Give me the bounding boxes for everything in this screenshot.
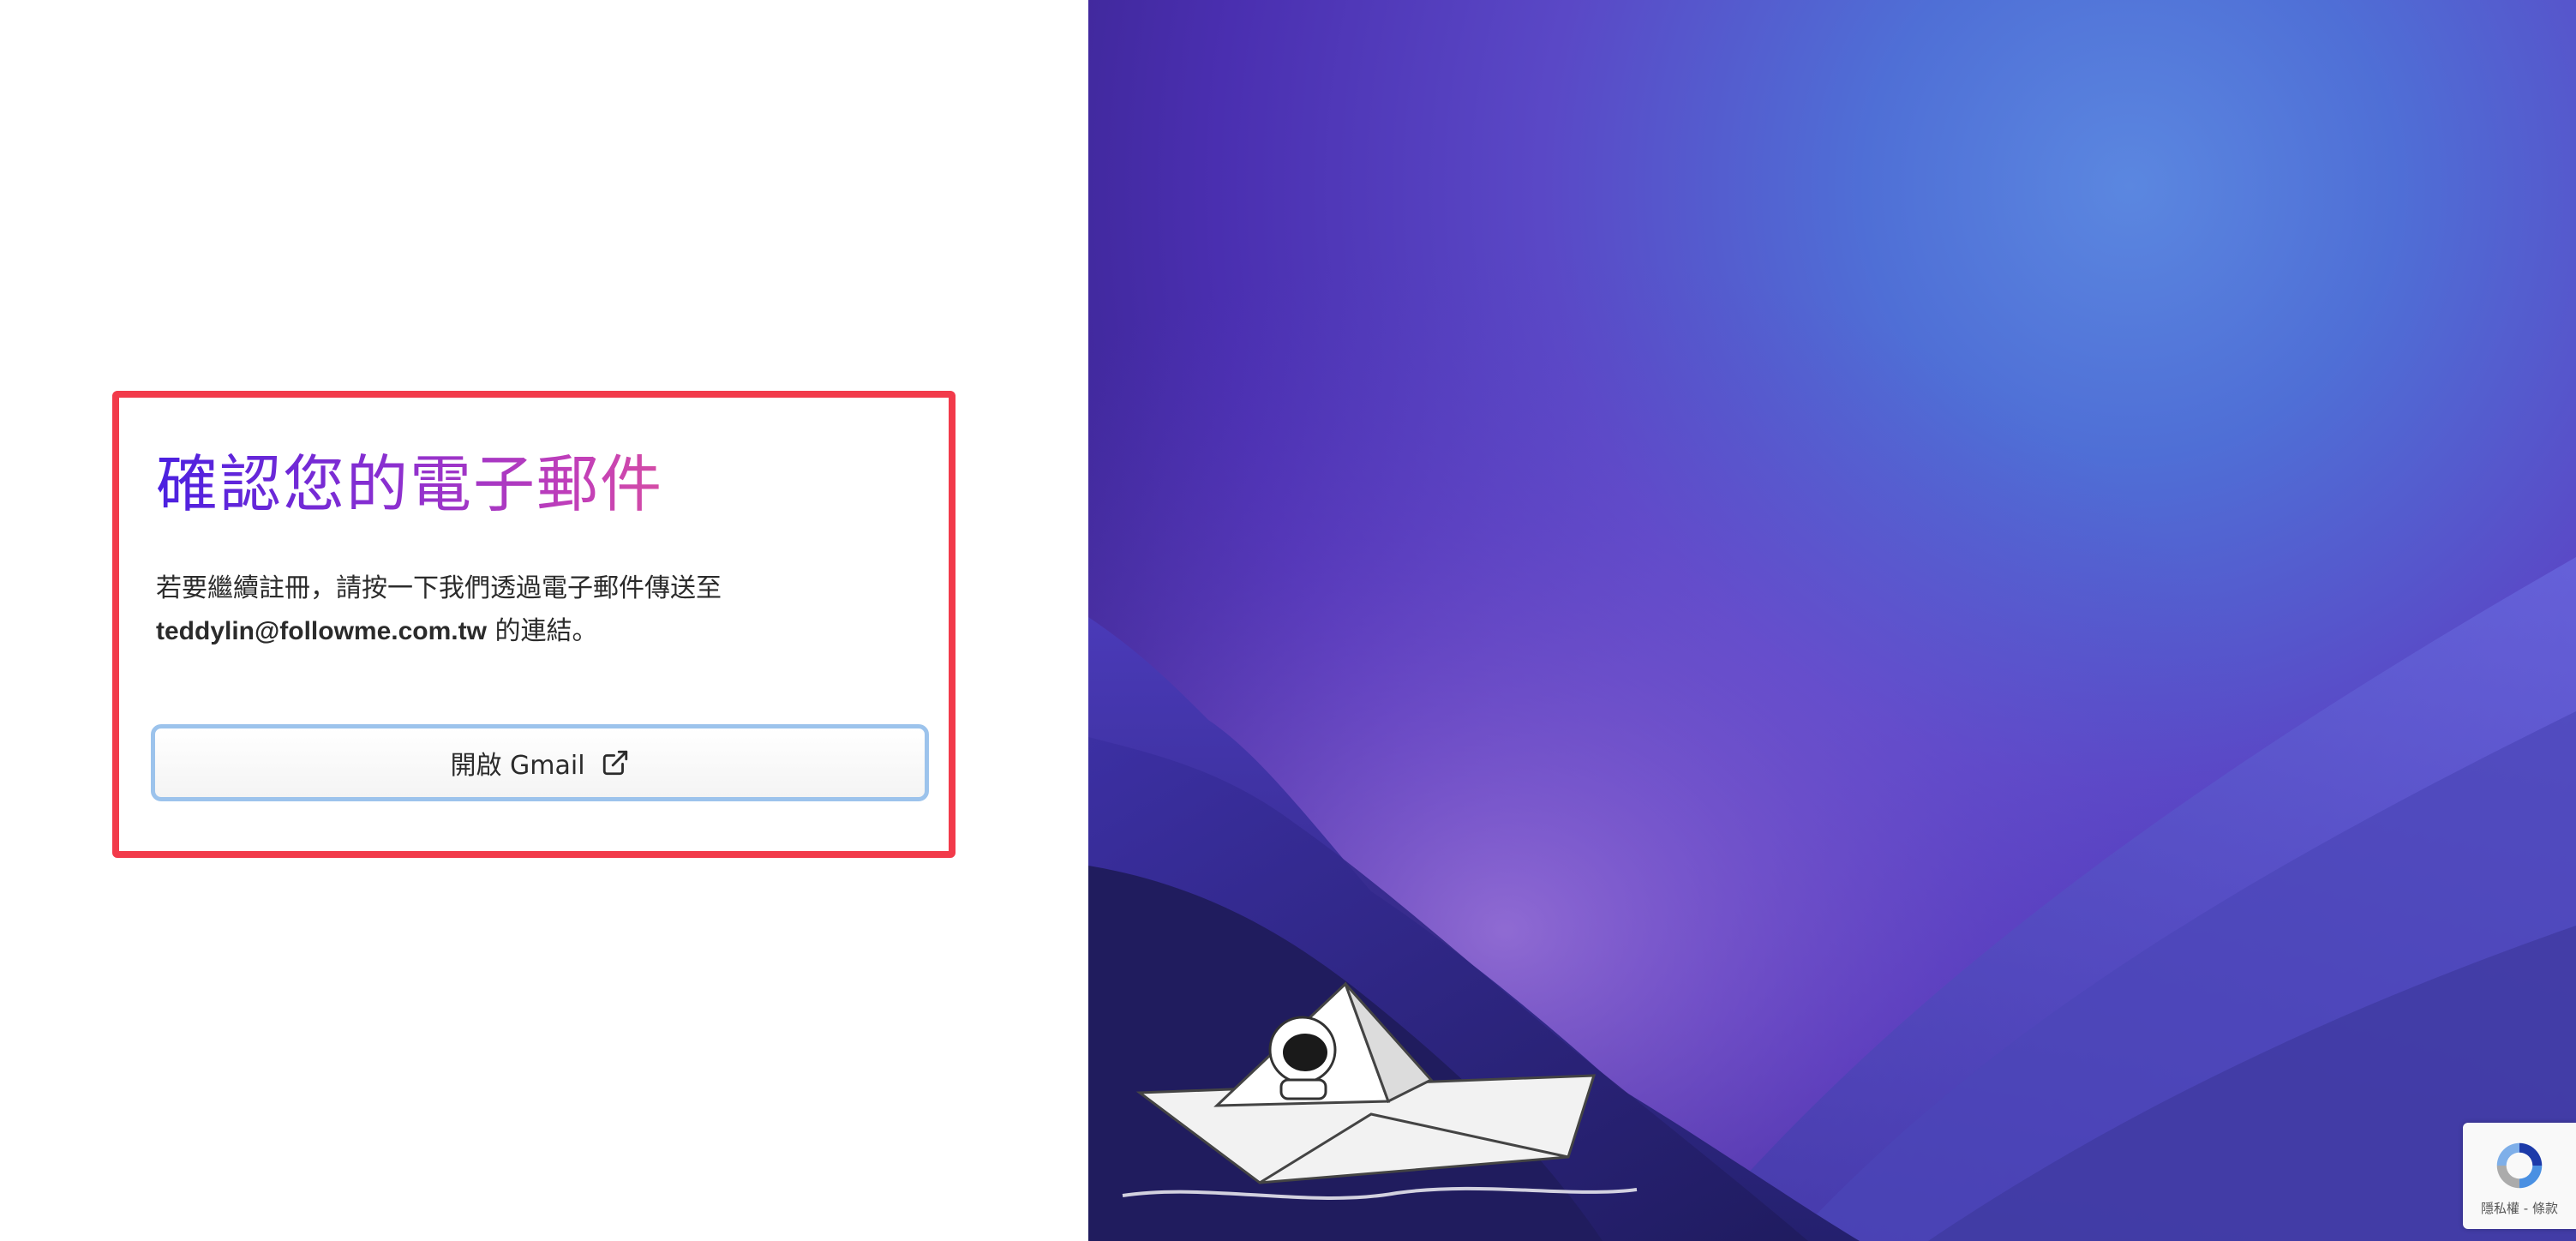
confirm-email-card: 確認您的電子郵件 若要繼續註冊，請按一下我們透過電子郵件傳送至 teddylin… <box>156 446 927 653</box>
instruction-suffix: 的連結。 <box>486 616 598 646</box>
recaptcha-icon <box>2496 1142 2543 1188</box>
instruction-text: 若要繼續註冊，請按一下我們透過電子郵件傳送至 teddylin@followme… <box>156 567 927 653</box>
illustration-panel: 隱私權 - 條款 <box>1088 0 2576 1241</box>
page: 確認您的電子郵件 若要繼續註冊，請按一下我們透過電子郵件傳送至 teddylin… <box>0 0 2576 1241</box>
recaptcha-links[interactable]: 隱私權 - 條款 <box>2481 1199 2558 1217</box>
instruction-line-1: 若要繼續註冊，請按一下我們透過電子郵件傳送至 <box>156 573 722 603</box>
recaptcha-badge[interactable]: 隱私權 - 條款 <box>2463 1123 2576 1229</box>
open-gmail-label: 開啟 Gmail <box>450 751 585 781</box>
external-link-icon <box>601 748 630 777</box>
page-title: 確認您的電子郵件 <box>156 446 927 523</box>
email-address: teddylin@followme.com.tw <box>156 617 487 645</box>
instruction-line-2: teddylin@followme.com.tw 的連結。 <box>156 610 927 653</box>
left-panel: 確認您的電子郵件 若要繼續註冊，請按一下我們透過電子郵件傳送至 teddylin… <box>0 0 1088 1241</box>
open-gmail-button[interactable]: 開啟 Gmail <box>151 724 929 801</box>
mountain-illustration <box>1088 0 2576 1241</box>
